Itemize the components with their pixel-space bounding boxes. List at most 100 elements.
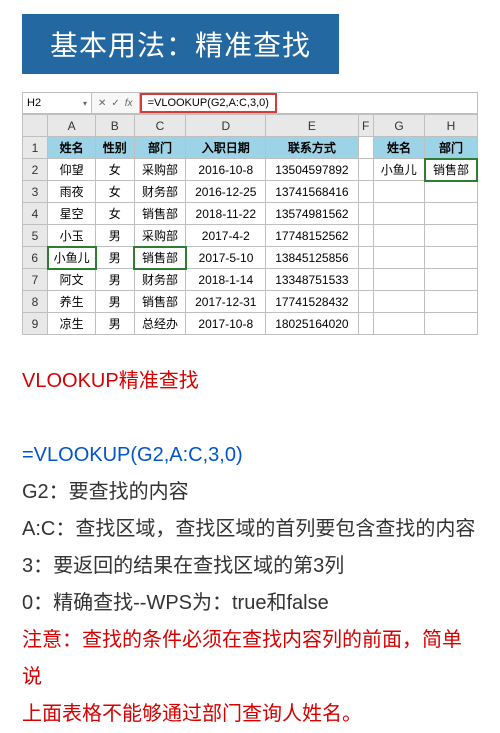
cell[interactable] xyxy=(373,269,425,291)
cell[interactable]: 18025164020 xyxy=(266,313,359,335)
formula-bar: H2 ▾ ✕ ✓ fx =VLOOKUP(G2,A:C,3,0) xyxy=(22,92,478,114)
row-header[interactable]: 7 xyxy=(23,269,48,291)
col-header[interactable]: C xyxy=(134,115,186,137)
cell[interactable]: 2018-1-14 xyxy=(186,269,266,291)
cell[interactable]: 部门 xyxy=(134,137,186,159)
cell[interactable]: 13504597892 xyxy=(266,159,359,181)
cell[interactable] xyxy=(358,291,373,313)
cell[interactable]: 星空 xyxy=(48,203,96,225)
cell[interactable]: 销售部 xyxy=(134,203,186,225)
cell[interactable]: 女 xyxy=(96,203,134,225)
row-header[interactable]: 8 xyxy=(23,291,48,313)
cell[interactable]: 小玉 xyxy=(48,225,96,247)
worksheet-grid[interactable]: A B C D E F G H 1 姓名 性别 部门 入职日期 联系方式 姓名 … xyxy=(22,114,478,335)
cell[interactable] xyxy=(425,225,477,247)
cell[interactable]: 男 xyxy=(96,247,134,269)
explanation-block: VLOOKUP精准查找 =VLOOKUP(G2,A:C,3,0) G2：要查找的… xyxy=(22,363,478,733)
cell[interactable]: 养生 xyxy=(48,291,96,313)
row-header[interactable]: 9 xyxy=(23,313,48,335)
cell-highlight[interactable]: 销售部 xyxy=(134,247,186,269)
cell[interactable]: 2017-10-8 xyxy=(186,313,266,335)
cell[interactable] xyxy=(425,203,477,225)
cell[interactable]: 2016-10-8 xyxy=(186,159,266,181)
cell[interactable]: 采购部 xyxy=(134,225,186,247)
cancel-icon[interactable]: ✕ xyxy=(98,98,106,109)
cell[interactable]: 2017-4-2 xyxy=(186,225,266,247)
cell-highlight[interactable]: 小鱼儿 xyxy=(48,247,96,269)
cell[interactable] xyxy=(358,269,373,291)
cell[interactable]: 2018-11-22 xyxy=(186,203,266,225)
cell[interactable] xyxy=(358,203,373,225)
cell[interactable]: 凉生 xyxy=(48,313,96,335)
formula-input[interactable]: =VLOOKUP(G2,A:C,3,0) xyxy=(140,93,477,113)
cell[interactable] xyxy=(425,247,477,269)
cell[interactable] xyxy=(425,181,477,203)
cell[interactable]: 部门 xyxy=(425,137,477,159)
row-header[interactable]: 4 xyxy=(23,203,48,225)
cell[interactable] xyxy=(425,269,477,291)
cell[interactable] xyxy=(358,181,373,203)
col-header[interactable]: H xyxy=(425,115,477,137)
cell[interactable]: 女 xyxy=(96,181,134,203)
cell[interactable]: 总经办 xyxy=(134,313,186,335)
cell[interactable]: 联系方式 xyxy=(266,137,359,159)
cell[interactable]: 2017-5-10 xyxy=(186,247,266,269)
cell[interactable] xyxy=(373,291,425,313)
col-header[interactable]: B xyxy=(96,115,134,137)
cell[interactable]: 阿文 xyxy=(48,269,96,291)
cell[interactable] xyxy=(358,137,373,159)
col-header[interactable]: F xyxy=(358,115,373,137)
cell[interactable] xyxy=(373,225,425,247)
cell[interactable] xyxy=(425,313,477,335)
cell[interactable]: 入职日期 xyxy=(186,137,266,159)
cell[interactable] xyxy=(373,313,425,335)
cell[interactable] xyxy=(358,313,373,335)
col-header[interactable]: E xyxy=(266,115,359,137)
cell[interactable] xyxy=(373,203,425,225)
enter-icon[interactable]: ✓ xyxy=(111,98,119,109)
cell[interactable]: 13741568416 xyxy=(266,181,359,203)
row-header[interactable]: 6 xyxy=(23,247,48,269)
cell[interactable]: 销售部 xyxy=(134,291,186,313)
cell[interactable]: 13348751533 xyxy=(266,269,359,291)
cell[interactable]: 性别 xyxy=(96,137,134,159)
cell[interactable]: 13574981562 xyxy=(266,203,359,225)
cell[interactable] xyxy=(425,291,477,313)
col-header[interactable]: D xyxy=(186,115,266,137)
cell[interactable] xyxy=(358,159,373,181)
cell[interactable]: 13845125856 xyxy=(266,247,359,269)
cell[interactable] xyxy=(373,181,425,203)
cell[interactable]: 2016-12-25 xyxy=(186,181,266,203)
col-header[interactable]: A xyxy=(48,115,96,137)
row-header[interactable]: 5 xyxy=(23,225,48,247)
cell[interactable]: 姓名 xyxy=(48,137,96,159)
cell[interactable]: 男 xyxy=(96,269,134,291)
row-header[interactable]: 3 xyxy=(23,181,48,203)
lookup-name-cell[interactable]: 小鱼儿 xyxy=(373,159,425,181)
cell[interactable]: 女 xyxy=(96,159,134,181)
cell[interactable]: 男 xyxy=(96,291,134,313)
cell[interactable]: 财务部 xyxy=(134,181,186,203)
cell[interactable]: 仰望 xyxy=(48,159,96,181)
cell[interactable] xyxy=(358,225,373,247)
cell[interactable]: 财务部 xyxy=(134,269,186,291)
cell[interactable]: 17748152562 xyxy=(266,225,359,247)
col-header[interactable]: G xyxy=(373,115,425,137)
row-header[interactable]: 2 xyxy=(23,159,48,181)
page-title-banner: 基本用法：精准查找 xyxy=(22,14,339,74)
lookup-result-cell[interactable]: 销售部 xyxy=(425,159,477,181)
cell[interactable] xyxy=(358,247,373,269)
row-header[interactable]: 1 xyxy=(23,137,48,159)
name-box[interactable]: H2 ▾ xyxy=(23,93,92,113)
cell[interactable] xyxy=(373,247,425,269)
cell[interactable]: 2017-12-31 xyxy=(186,291,266,313)
cell[interactable]: 采购部 xyxy=(134,159,186,181)
cell[interactable]: 雨夜 xyxy=(48,181,96,203)
cell[interactable]: 男 xyxy=(96,225,134,247)
cell[interactable]: 17741528432 xyxy=(266,291,359,313)
cell[interactable]: 男 xyxy=(96,313,134,335)
fx-icon[interactable]: fx xyxy=(125,98,133,109)
cell[interactable]: 姓名 xyxy=(373,137,425,159)
explain-title: VLOOKUP精准查找 xyxy=(22,363,478,400)
corner-cell[interactable] xyxy=(23,115,48,137)
